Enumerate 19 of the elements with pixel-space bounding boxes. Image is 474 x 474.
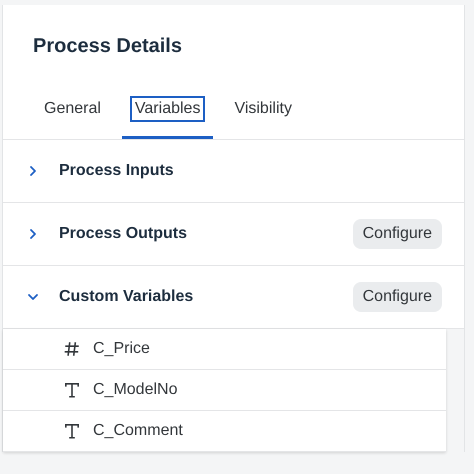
variable-row[interactable]: C_Comment: [3, 411, 446, 452]
configure-button[interactable]: Configure: [352, 282, 442, 312]
variable-name: C_Comment: [93, 422, 183, 440]
tab[interactable]: Visibility: [221, 96, 305, 139]
section-title[interactable]: Custom Variables: [59, 288, 353, 306]
hash-icon: [63, 340, 81, 358]
chevron-down-icon[interactable]: [27, 291, 39, 303]
variable-row[interactable]: C_ModelNo: [3, 370, 446, 411]
chevron-right-icon[interactable]: [27, 165, 39, 177]
tab[interactable]: General: [31, 96, 114, 139]
chevron-right-icon[interactable]: [27, 228, 39, 240]
variable-row[interactable]: C_Price: [3, 329, 446, 370]
text-type-icon: [63, 381, 81, 399]
panel-title: Process Details: [33, 35, 183, 58]
variable-name: C_ModelNo: [93, 381, 178, 399]
text-type-icon: [63, 422, 81, 440]
configure-button[interactable]: Configure: [352, 219, 442, 249]
section-title[interactable]: Process Outputs: [59, 225, 353, 243]
variable-name: C_Price: [93, 340, 150, 358]
